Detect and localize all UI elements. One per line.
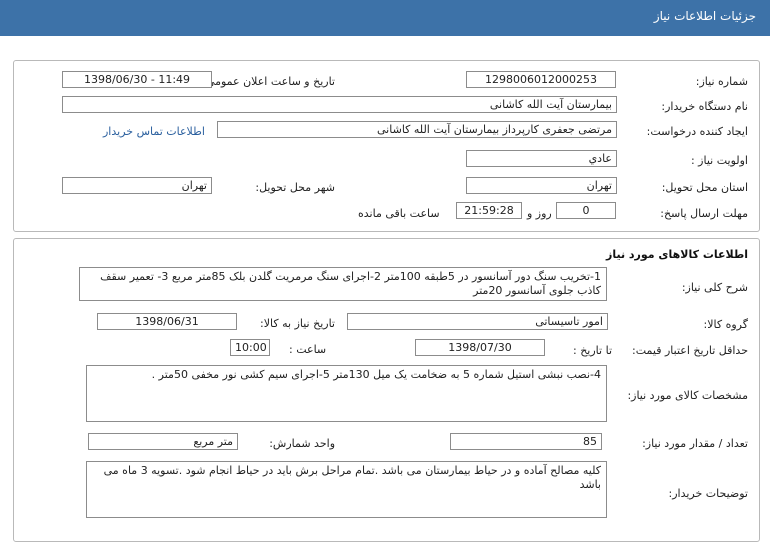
priority-label: اولویت نیاز : — [690, 154, 748, 167]
until-date-label: تا تاریخ : — [573, 344, 612, 357]
buyer-notes-field[interactable]: کلیه مصالح آماده و در حیاط بیمارستان می … — [86, 461, 607, 518]
delivery-province-field[interactable]: تهران — [466, 177, 617, 194]
goods-group-label: گروه کالا: — [703, 318, 748, 331]
goods-spec-field[interactable]: 4-نصب نبشی استیل شماره 5 به ضخامت یک میل… — [86, 365, 607, 422]
count-unit-label: واحد شمارش: — [269, 437, 335, 450]
page-title: جزئیات اطلاعات نیاز — [653, 9, 756, 23]
quantity-field[interactable]: 85 — [450, 433, 602, 450]
validity-time-label: ساعت : — [289, 343, 327, 356]
remaining-days-field[interactable]: 0 — [556, 202, 616, 219]
page-header: جزئیات اطلاعات نیاز — [0, 0, 770, 36]
buyer-name-field[interactable]: بیمارستان آیت الله کاشانی — [62, 96, 617, 113]
goods-group-field[interactable]: امور تاسیساتی — [347, 313, 608, 330]
remaining-hours-label: ساعت باقی مانده — [358, 207, 440, 220]
announce-datetime-label: تاریخ و ساعت اعلان عمومی: — [202, 75, 335, 88]
delivery-province-label: استان محل تحویل: — [661, 181, 748, 194]
count-unit-field[interactable]: متر مربع — [88, 433, 238, 450]
priority-field[interactable]: عادي — [466, 150, 617, 167]
days-unit-label: روز و — [527, 207, 552, 220]
buyer-contact-link[interactable]: اطلاعات تماس خریدار — [103, 125, 205, 138]
need-date-field[interactable]: 1398/06/31 — [97, 313, 237, 330]
goods-section-title: اطلاعات کالاهای مورد نیاز — [606, 248, 748, 261]
delivery-city-label: شهر محل تحویل: — [255, 181, 335, 194]
need-number-label: شماره نیاز: — [695, 75, 748, 88]
remaining-time-field[interactable]: 21:59:28 — [456, 202, 522, 219]
validity-time-field[interactable]: 10:00 — [230, 339, 270, 356]
need-summary-label: شرح کلی نیاز: — [681, 281, 748, 294]
need-summary-field[interactable]: 1-تخریب سنگ دور آسانسور در 5طبقه 100متر … — [79, 267, 607, 301]
response-deadline-label: مهلت ارسال پاسخ: — [660, 207, 748, 220]
delivery-city-field[interactable]: تهران — [62, 177, 212, 194]
request-creator-label: ایجاد کننده درخواست: — [646, 125, 748, 138]
buyer-notes-label: توضیحات خریدار: — [668, 487, 749, 500]
quantity-label: تعداد / مقدار مورد نیاز: — [642, 437, 748, 450]
request-creator-field[interactable]: مرتضی جعفری کارپرداز بیمارستان آیت الله … — [217, 121, 617, 138]
buyer-name-label: نام دستگاه خریدار: — [661, 100, 748, 113]
price-validity-label: حداقل تاریخ اعتبار قیمت: — [632, 344, 748, 357]
goods-spec-label: مشخصات کالای مورد نیاز: — [627, 389, 748, 402]
need-number-field[interactable]: 1298006012000253 — [466, 71, 616, 88]
need-date-label: تاریخ نیاز به کالا: — [260, 317, 335, 330]
announce-datetime-field[interactable]: 1398/06/30 - 11:49 — [62, 71, 212, 88]
validity-date-field[interactable]: 1398/07/30 — [415, 339, 545, 356]
